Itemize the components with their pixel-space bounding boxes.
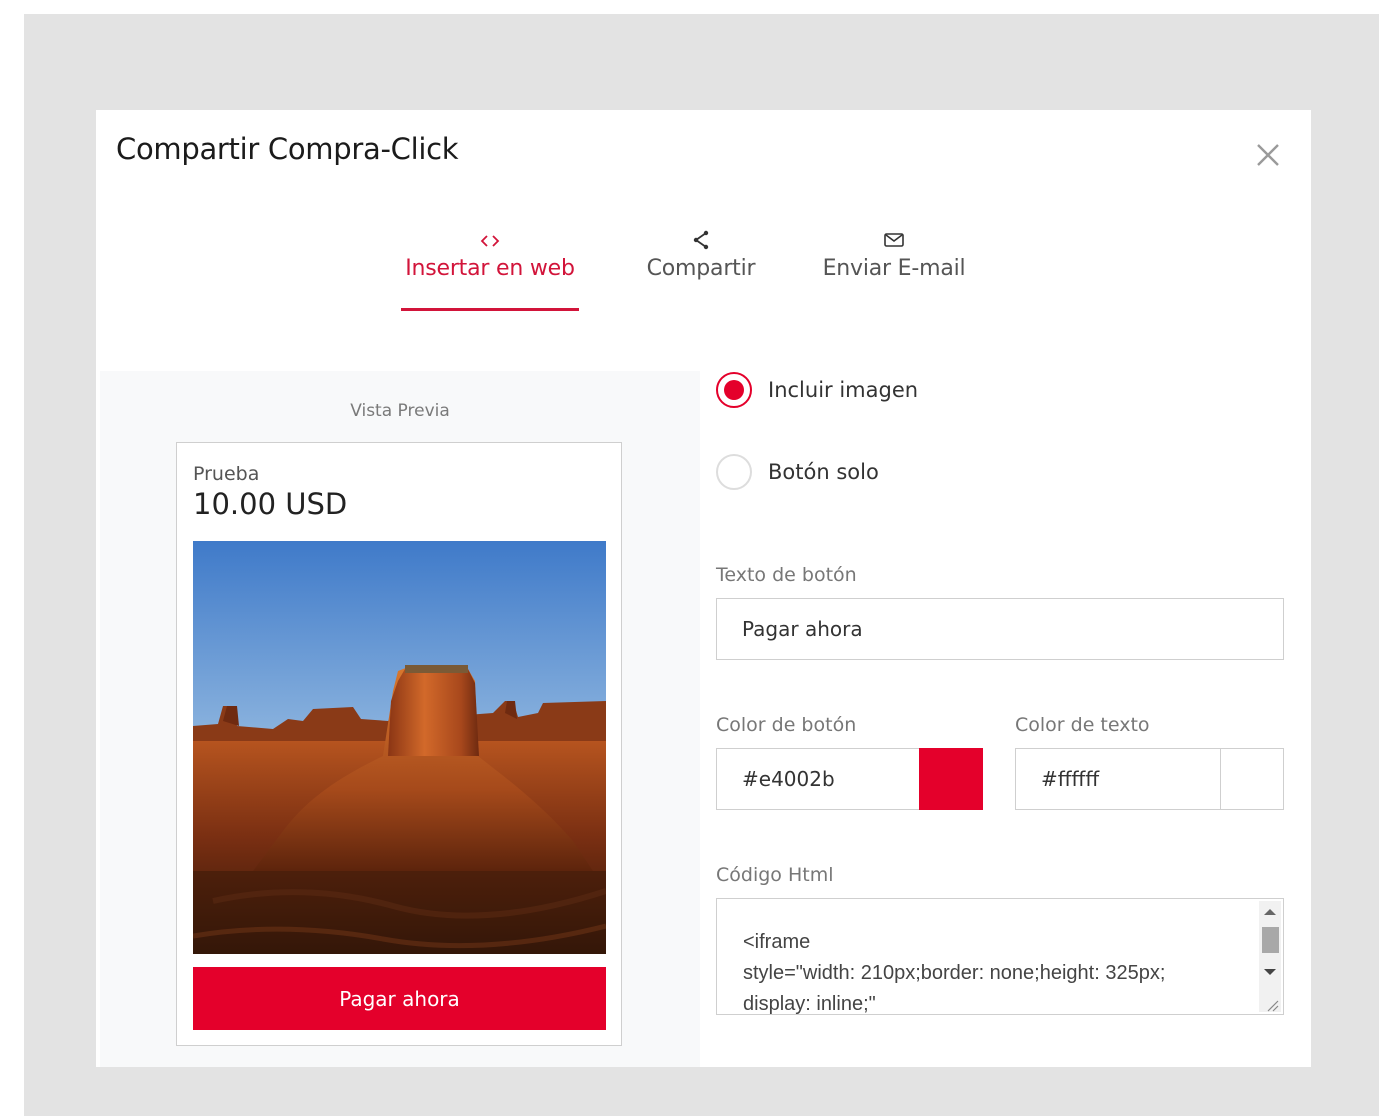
product-image	[193, 541, 606, 954]
include-image-radio[interactable]	[716, 372, 752, 408]
tab-label: Insertar en web	[405, 256, 575, 281]
button-only-option[interactable]: Botón solo	[716, 454, 879, 490]
preview-panel: Vista Previa Prueba 10.00 USD Pagar ahor…	[100, 371, 700, 1067]
dialog-title: Compartir Compra-Click	[116, 132, 459, 166]
button-text-input[interactable]	[716, 598, 1284, 660]
share-icon	[636, 230, 766, 256]
text-color-label: Color de texto	[1015, 714, 1150, 736]
button-only-label: Botón solo	[768, 460, 879, 484]
text-color-swatch[interactable]	[1220, 748, 1284, 810]
code-icon	[401, 230, 579, 256]
scroll-down-arrow-icon[interactable]	[1264, 969, 1276, 975]
button-color-input[interactable]	[716, 748, 920, 810]
html-code-textarea[interactable]: <iframe style="width: 210px;border: none…	[716, 898, 1284, 1015]
button-text-label: Texto de botón	[716, 564, 857, 586]
button-only-radio[interactable]	[716, 454, 752, 490]
share-dialog: Compartir Compra-Click Insertar en web C…	[96, 110, 1311, 1067]
product-name: Prueba	[193, 463, 260, 485]
tab-insertar-en-web[interactable]: Insertar en web	[401, 230, 579, 281]
code-scrollbar[interactable]	[1259, 901, 1281, 1012]
tab-enviar-email[interactable]: Enviar E-mail	[816, 230, 972, 281]
tab-compartir[interactable]: Compartir	[636, 230, 766, 281]
product-price: 10.00 USD	[193, 487, 348, 521]
product-card: Prueba 10.00 USD Pagar ahora	[176, 442, 622, 1046]
tab-label: Compartir	[646, 256, 756, 281]
envelope-icon	[816, 230, 972, 256]
pay-now-button[interactable]: Pagar ahora	[193, 967, 606, 1030]
scroll-thumb[interactable]	[1262, 927, 1279, 953]
button-color-label: Color de botón	[716, 714, 857, 736]
include-image-option[interactable]: Incluir imagen	[716, 372, 918, 408]
html-code-text: <iframe style="width: 210px;border: none…	[743, 931, 1166, 1015]
scroll-up-arrow-icon[interactable]	[1264, 909, 1276, 915]
button-color-swatch[interactable]	[919, 748, 983, 810]
tab-label: Enviar E-mail	[822, 256, 966, 281]
include-image-label: Incluir imagen	[768, 378, 919, 402]
preview-label: Vista Previa	[350, 401, 450, 421]
resize-grip-icon[interactable]	[1265, 998, 1279, 1012]
close-button[interactable]	[1253, 140, 1283, 170]
text-color-input[interactable]	[1015, 748, 1221, 810]
active-tab-indicator	[401, 308, 579, 311]
desert-landscape-image	[193, 541, 606, 954]
html-code-label: Código Html	[716, 864, 834, 886]
close-icon	[1257, 144, 1279, 166]
